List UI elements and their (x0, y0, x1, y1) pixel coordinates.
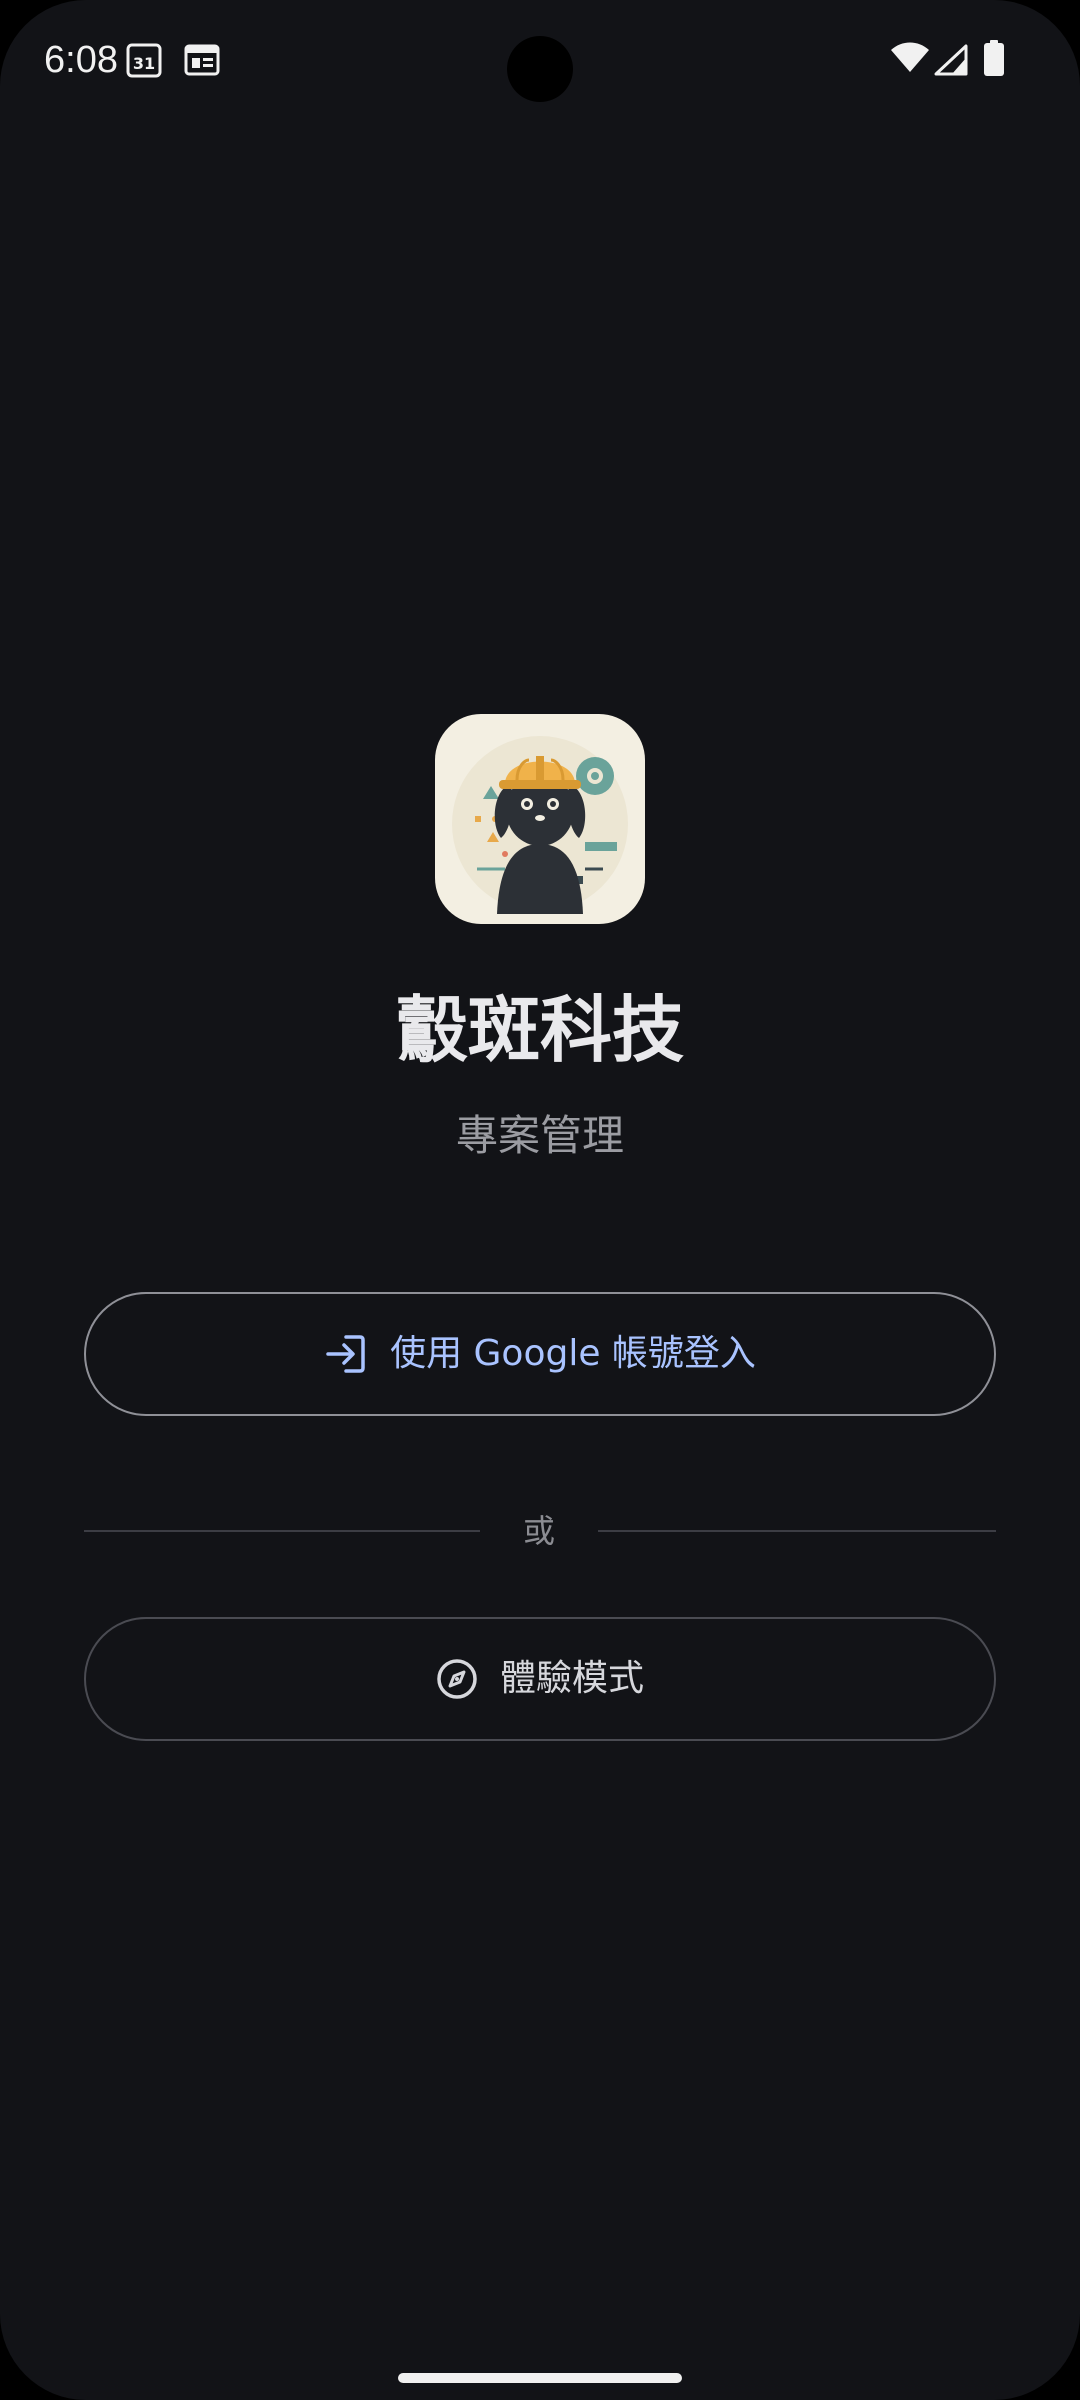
home-gesture-bar[interactable] (398, 2373, 682, 2383)
login-screen: 6:08 31 鷇斑科技 專案管理 使用 Google 帳號登入 或 體驗模式 (0, 0, 1080, 2400)
demo-mode-button[interactable]: 體驗模式 (84, 1617, 996, 1741)
google-login-button[interactable]: 使用 Google 帳號登入 (84, 1292, 996, 1416)
app-subtitle: 專案管理 (455, 1111, 624, 1160)
calendar-badge-text: 31 (133, 54, 155, 73)
app-title: 鷇斑科技 (395, 988, 684, 1072)
signal-icon (934, 44, 968, 80)
camera-cutout (507, 36, 573, 102)
status-time: 6:08 (44, 39, 118, 81)
app-logo (435, 714, 645, 924)
compass-icon (436, 1658, 478, 1700)
demo-mode-label: 體驗模式 (499, 1658, 644, 1699)
calendar-icon: 31 (126, 42, 162, 82)
divider-text: 或 (522, 1512, 555, 1550)
battery-icon (984, 40, 1004, 80)
divider-line-left (84, 1530, 480, 1532)
wifi-icon (890, 42, 930, 78)
divider-line-right (598, 1530, 996, 1532)
login-arrow-icon (324, 1332, 368, 1376)
status-bar: 6:08 31 (0, 0, 1080, 120)
news-icon (184, 44, 220, 80)
google-login-label: 使用 Google 帳號登入 (390, 1333, 756, 1374)
